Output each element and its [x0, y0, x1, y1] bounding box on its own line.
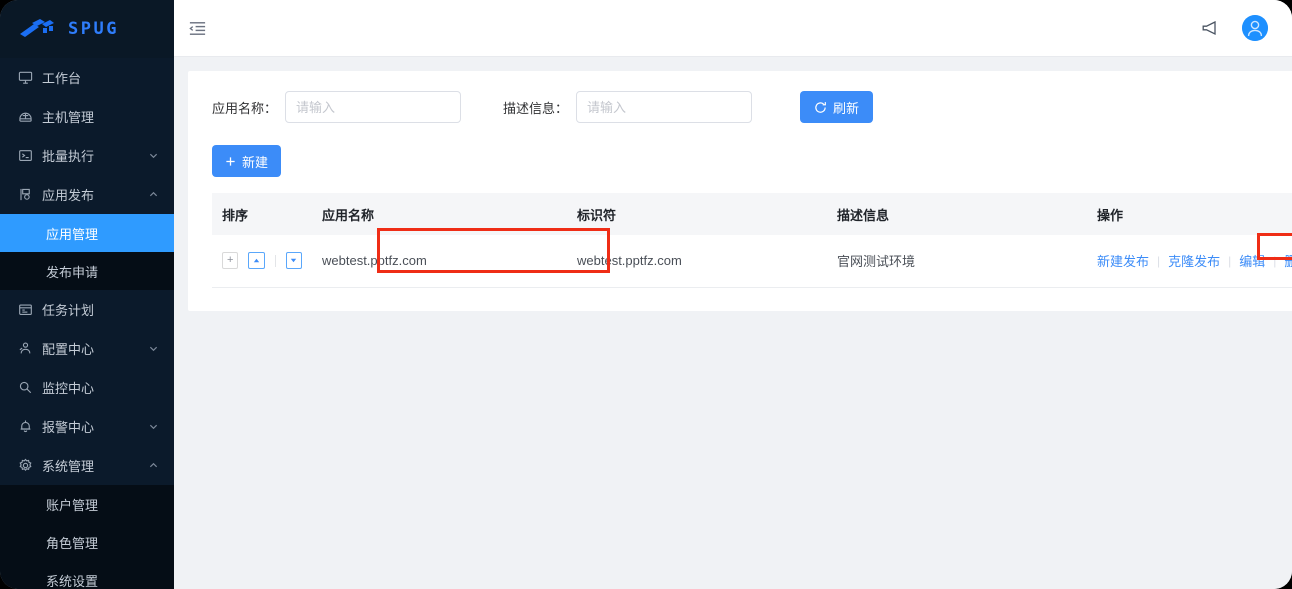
column-header-operations: 操作: [1087, 193, 1292, 235]
table-header-row: 排序 应用名称 标识符 描述信息 操作: [212, 193, 1292, 235]
spug-logo-icon: [18, 18, 56, 40]
logo[interactable]: SPUG: [0, 0, 174, 58]
sidebar-item-label: 主机管理: [42, 110, 95, 125]
sidebar-item-label: 应用发布: [42, 188, 95, 203]
monitor-search-icon: [18, 380, 33, 395]
refresh-button[interactable]: 刷新: [800, 91, 874, 123]
cell-identifier: webtest.pptfz.com: [567, 235, 827, 288]
terminal-icon: [18, 148, 33, 163]
submenu-app-deploy: 应用管理 发布申请: [0, 214, 174, 290]
flag-icon: [18, 187, 33, 202]
sidebar-item-deploy-request[interactable]: 发布申请: [0, 252, 174, 290]
chevron-up-icon: [149, 190, 158, 199]
description-label: 描述信息：: [503, 100, 569, 116]
toolbar: 新建: [212, 145, 1292, 177]
sidebar-item-app-deploy[interactable]: 应用发布: [0, 175, 174, 214]
sidebar-item-app-management[interactable]: 应用管理: [0, 214, 174, 252]
app-name-input[interactable]: [285, 91, 462, 123]
menu-fold-icon[interactable]: [188, 19, 207, 38]
delete-link[interactable]: 删除: [1284, 251, 1292, 270]
sidebar-subitem-label: 发布申请: [46, 264, 99, 280]
sidebar-item-label: 监控中心: [42, 381, 95, 396]
user-avatar-icon[interactable]: [1242, 15, 1268, 41]
content-area: 应用名称： 描述信息： 刷新: [174, 57, 1292, 589]
main-area: 应用名称： 描述信息： 刷新: [174, 0, 1292, 589]
app-name-label: 应用名称：: [212, 100, 278, 116]
sidebar-item-monitor-center[interactable]: 监控中心: [0, 368, 174, 407]
refresh-icon: [814, 101, 827, 114]
chevron-up-icon: [149, 461, 158, 470]
table-row[interactable]: + webtest.pptfz.com webtest.pptfz.com 官网…: [212, 235, 1292, 288]
table-body: + webtest.pptfz.com webtest.pptfz.com 官网…: [212, 235, 1292, 288]
sidebar-item-label: 系统管理: [42, 459, 95, 474]
sort-up-button[interactable]: [248, 252, 265, 270]
new-button[interactable]: 新建: [212, 145, 282, 177]
column-header-description: 描述信息: [827, 193, 1087, 235]
sidebar-item-label: 配置中心: [42, 342, 95, 357]
sidebar-item-batch-exec[interactable]: 批量执行: [0, 136, 174, 175]
filter-bar: 应用名称： 描述信息： 刷新: [212, 91, 1292, 123]
refresh-label: 刷新: [833, 100, 860, 116]
sidebar-item-label: 任务计划: [42, 303, 95, 318]
column-header-app-name: 应用名称: [312, 193, 567, 235]
app-window: SPUG 工作台 主机管理 批量执行 应用发布 应用管理 发布申请 任务计划 配…: [0, 0, 1292, 589]
gear-icon: [18, 458, 33, 473]
megaphone-icon[interactable]: [1200, 18, 1220, 38]
calendar-icon: [18, 302, 33, 317]
plus-icon: [225, 156, 236, 167]
alarm-icon: [18, 419, 33, 434]
submenu-system-management: 账户管理 角色管理 系统设置: [0, 485, 174, 589]
cell-operations: 新建发布 | 克隆发布 | 编辑 | 删除: [1087, 235, 1292, 288]
chevron-down-icon: [149, 344, 158, 353]
server-icon: [18, 109, 33, 124]
config-icon: [18, 341, 33, 356]
cell-description: 官网测试环境: [827, 235, 1087, 288]
expand-row-button[interactable]: +: [222, 252, 239, 270]
cell-app-name: webtest.pptfz.com: [312, 235, 567, 288]
new-button-label: 新建: [242, 154, 269, 170]
sidebar-item-alarm-center[interactable]: 报警中心: [0, 407, 174, 446]
sidebar-item-task-schedule[interactable]: 任务计划: [0, 290, 174, 329]
sidebar-subitem-label: 应用管理: [46, 226, 99, 242]
sidebar-item-label: 报警中心: [42, 420, 95, 435]
description-input[interactable]: [576, 91, 753, 123]
sidebar-item-hosts[interactable]: 主机管理: [0, 97, 174, 136]
applications-table: 排序 应用名称 标识符 描述信息 操作 + webtest.pptfz.com …: [212, 193, 1292, 288]
op-separator: |: [1157, 253, 1161, 268]
sort-divider: [274, 254, 276, 267]
clone-deploy-link[interactable]: 克隆发布: [1168, 251, 1220, 270]
sidebar-item-label: 批量执行: [42, 149, 95, 164]
sidebar-item-role-management[interactable]: 角色管理: [0, 523, 174, 561]
app-management-card: 应用名称： 描述信息： 刷新: [188, 71, 1292, 311]
sidebar: SPUG 工作台 主机管理 批量执行 应用发布 应用管理 发布申请 任务计划 配…: [0, 0, 174, 589]
new-deploy-link[interactable]: 新建发布: [1097, 251, 1149, 270]
column-header-sort: 排序: [212, 193, 312, 235]
edit-link[interactable]: 编辑: [1239, 251, 1265, 270]
sort-down-button[interactable]: [285, 252, 302, 270]
sidebar-item-system-settings[interactable]: 系统设置: [0, 561, 174, 589]
table-head: 排序 应用名称 标识符 描述信息 操作: [212, 193, 1292, 235]
sidebar-subitem-label: 账户管理: [46, 497, 99, 513]
desktop-icon: [18, 70, 33, 85]
op-separator: |: [1273, 253, 1277, 268]
op-separator: |: [1228, 253, 1232, 268]
chevron-down-icon: [149, 422, 158, 431]
sidebar-item-label: 工作台: [42, 71, 82, 86]
top-bar: [174, 0, 1292, 57]
cell-sort: +: [212, 235, 312, 288]
chevron-down-icon: [149, 151, 158, 160]
sidebar-item-account-management[interactable]: 账户管理: [0, 485, 174, 523]
sidebar-subitem-label: 系统设置: [46, 573, 99, 589]
sidebar-item-config-center[interactable]: 配置中心: [0, 329, 174, 368]
sidebar-item-workbench[interactable]: 工作台: [0, 58, 174, 97]
sidebar-subitem-label: 角色管理: [46, 535, 99, 551]
logo-text: SPUG: [68, 19, 119, 39]
column-header-identifier: 标识符: [567, 193, 827, 235]
sidebar-item-system-management[interactable]: 系统管理: [0, 446, 174, 485]
